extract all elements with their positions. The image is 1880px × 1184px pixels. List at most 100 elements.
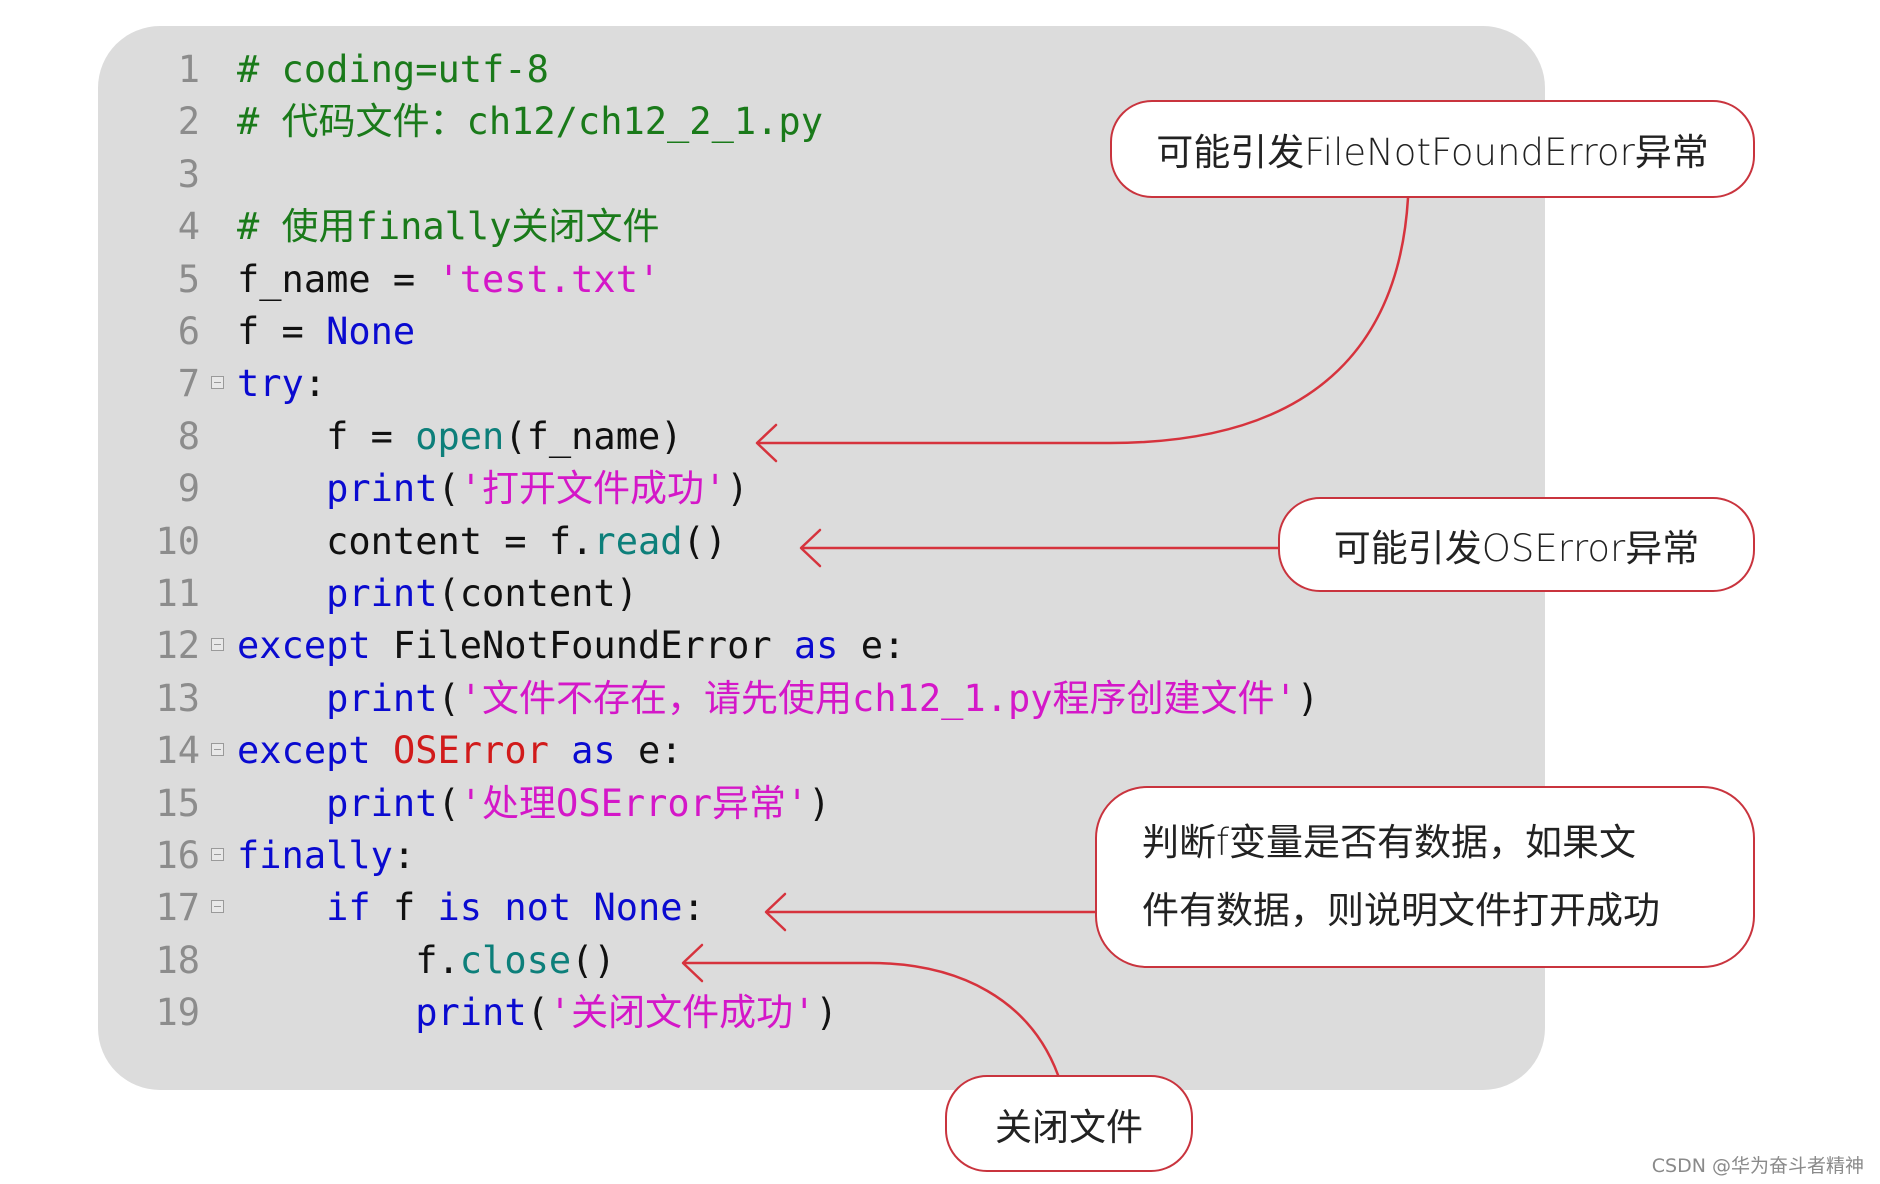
line-number: 17 bbox=[155, 886, 200, 930]
code-token-kw: print bbox=[326, 467, 438, 511]
code-line: 1 # coding=utf-8 bbox=[0, 44, 1440, 96]
code-text: f_name = 'test.txt' bbox=[237, 254, 660, 306]
code-token-plain: () bbox=[571, 938, 616, 982]
code-text: except OSError as e: bbox=[237, 725, 683, 777]
fold-toggle-icon[interactable] bbox=[211, 376, 224, 390]
fold-toggle-icon[interactable] bbox=[211, 743, 224, 757]
line-number: 14 bbox=[155, 729, 200, 773]
code-line: 4 # 使用finally关闭文件 bbox=[0, 201, 1440, 253]
code-text: finally: bbox=[237, 830, 415, 882]
code-token-plain: f = bbox=[237, 310, 327, 353]
watermark: CSDN @华为奋斗者精神 bbox=[1651, 1155, 1864, 1177]
code-token-plain: e: bbox=[838, 624, 906, 668]
callout-close-file-text: 关闭文件 bbox=[995, 1105, 1143, 1149]
code-token-plain: : bbox=[392, 834, 416, 877]
line-number: 5 bbox=[177, 257, 200, 301]
code-token-plain: ( bbox=[437, 467, 460, 511]
code-text: print(content) bbox=[237, 568, 638, 620]
fold-toggle-icon[interactable] bbox=[211, 638, 224, 652]
code-token-plain: () bbox=[682, 519, 728, 563]
code-text: try: bbox=[237, 358, 326, 410]
code-line: 13 print('文件不存在，请先使用ch12_1.py程序创建文件') bbox=[0, 673, 1440, 725]
line-number: 3 bbox=[177, 152, 200, 196]
code-token-kw: print bbox=[326, 676, 438, 720]
callout-check-f: 判断f变量是否有数据，如果文 件有数据，则说明文件打开成功 bbox=[1095, 786, 1755, 968]
line-number: 19 bbox=[155, 991, 200, 1035]
line-number: 12 bbox=[155, 624, 200, 668]
code-token-plain: (f_name) bbox=[504, 414, 683, 458]
line-number: 10 bbox=[155, 519, 200, 563]
code-text: if f is not None: bbox=[237, 882, 705, 934]
code-token-plain: ( bbox=[526, 991, 549, 1035]
code-text: except FileNotFoundError as e: bbox=[237, 620, 905, 672]
code-token-plain: ( bbox=[437, 781, 460, 825]
callout-os-error-text: 可能引发OSError异常 bbox=[1333, 526, 1700, 570]
code-token-fn: read bbox=[593, 519, 683, 563]
code-token-kw: None bbox=[593, 886, 683, 930]
code-token-kw: print bbox=[326, 572, 438, 615]
code-token-err: OSError bbox=[392, 729, 549, 773]
code-token-str: '处理OSError异常' bbox=[459, 781, 809, 825]
code-token-kw: not bbox=[504, 886, 572, 930]
code-token-kw: print bbox=[415, 991, 527, 1035]
code-token-plain: : bbox=[682, 886, 705, 930]
code-line: 19 print('关闭文件成功') bbox=[0, 987, 1440, 1039]
callout-close-file: 关闭文件 bbox=[945, 1075, 1193, 1172]
code-line: 5 f_name = 'test.txt' bbox=[0, 254, 1440, 306]
code-token-kw: print bbox=[326, 781, 438, 825]
line-number: 1 bbox=[177, 48, 200, 91]
code-text: f = None bbox=[237, 306, 415, 358]
line-number: 7 bbox=[177, 362, 200, 406]
code-token-plain: e: bbox=[615, 729, 683, 773]
code-token-fn: close bbox=[459, 938, 572, 982]
line-number: 18 bbox=[155, 938, 200, 982]
code-token-str: '打开文件成功' bbox=[459, 467, 727, 511]
code-token-kw: as bbox=[571, 729, 616, 773]
code-line: 14 except OSError as e: bbox=[0, 725, 1440, 777]
code-text: f.close() bbox=[237, 935, 616, 987]
code-token-plain: FileNotFoundError bbox=[370, 624, 794, 668]
code-text: content = f.read() bbox=[237, 516, 727, 568]
code-token-kw: as bbox=[793, 624, 839, 668]
code-text: # 代码文件：ch12/ch12_2_1.py bbox=[237, 96, 823, 148]
code-token-kw: None bbox=[326, 310, 416, 353]
code-token-plain: f_name = bbox=[237, 257, 438, 301]
code-line: 12 except FileNotFoundError as e: bbox=[0, 620, 1440, 672]
code-token-str: '关闭文件成功' bbox=[548, 991, 816, 1035]
line-number: 2 bbox=[177, 100, 200, 144]
callout-check-f-line-2: 件有数据，则说明文件打开成功 bbox=[1142, 889, 1660, 932]
line-number: 16 bbox=[155, 834, 200, 877]
fold-toggle-icon[interactable] bbox=[211, 848, 224, 861]
code-line: 7 try: bbox=[0, 358, 1440, 410]
callout-check-f-line-1: 判断f变量是否有数据，如果文 bbox=[1142, 821, 1637, 864]
code-token-plain: ) bbox=[726, 467, 749, 511]
code-token-kw: is bbox=[437, 886, 483, 930]
code-token-comment: # coding=utf-8 bbox=[237, 48, 549, 91]
code-token-plain: content = f. bbox=[237, 519, 594, 563]
code-token-plain: ) bbox=[1296, 676, 1320, 720]
code-token-comment: # 代码文件：ch12/ch12_2_1.py bbox=[237, 100, 823, 144]
code-token-comment: # 使用finally关闭文件 bbox=[237, 205, 660, 249]
code-token-kw: except bbox=[237, 729, 371, 773]
code-text: print('处理OSError异常') bbox=[237, 778, 831, 830]
code-token-kw: except bbox=[237, 624, 371, 668]
code-text: print('文件不存在，请先使用ch12_1.py程序创建文件') bbox=[237, 673, 1319, 725]
code-token-kw: if bbox=[326, 886, 371, 930]
code-text: print('关闭文件成功') bbox=[237, 987, 838, 1039]
line-number: 4 bbox=[177, 205, 200, 249]
line-number: 6 bbox=[177, 310, 200, 353]
fold-toggle-icon[interactable] bbox=[211, 900, 224, 914]
code-token-kw: finally bbox=[237, 834, 393, 877]
line-number: 13 bbox=[155, 676, 200, 720]
code-text: print('打开文件成功') bbox=[237, 463, 749, 515]
code-token-plain: f = bbox=[237, 414, 416, 458]
code-token-plain: ) bbox=[808, 781, 831, 825]
